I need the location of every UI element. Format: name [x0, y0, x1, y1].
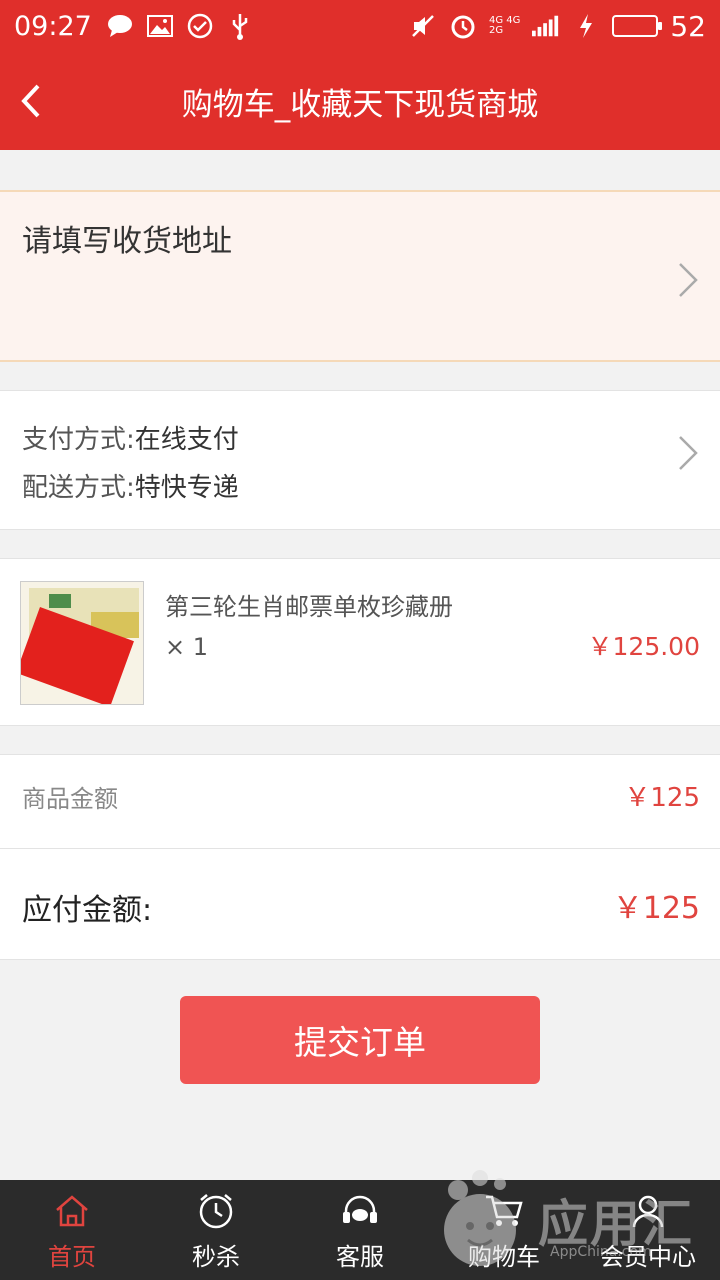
amount-section: 商品金额 ￥125 应付金额: ￥125 — [0, 754, 720, 960]
goods-amount-row: 商品金额 ￥125 — [0, 755, 720, 849]
goods-amount-value: ￥125 — [624, 783, 700, 813]
tab-home-label: 首页 — [48, 1242, 96, 1271]
product-thumbnail — [20, 581, 144, 705]
product-item[interactable]: 第三轮生肖邮票单枚珍藏册 × 1 ￥125.00 — [0, 558, 720, 726]
tab-member-center-label: 会员中心 — [600, 1242, 696, 1271]
message-icon — [106, 12, 134, 40]
payment-method-label: 支付方式: — [22, 425, 135, 455]
goods-amount-label: 商品金额 — [22, 785, 118, 813]
user-icon — [626, 1189, 670, 1233]
tab-customer-service-label: 客服 — [336, 1242, 384, 1271]
alarm-clock-icon — [194, 1189, 238, 1233]
tab-home[interactable]: 首页 — [0, 1180, 144, 1280]
chevron-right-icon — [679, 436, 698, 470]
tab-member-center[interactable]: 会员中心 — [576, 1180, 720, 1280]
payment-shipping-section[interactable]: 支付方式:在线支付 配送方式:特快专递 — [0, 390, 720, 530]
headset-icon — [338, 1189, 382, 1233]
payable-amount-value: ￥125 — [612, 891, 700, 926]
nav-bar: 购物车_收藏天下现货商城 — [0, 52, 720, 150]
address-label: 请填写收货地址 — [22, 224, 232, 259]
net-bottom-label: 2G — [488, 25, 504, 36]
alarm-icon — [449, 12, 477, 40]
bottom-tab-bar: 首页 秒杀 客服 购物车 会员中心 — [0, 1180, 720, 1280]
tab-flash-sale[interactable]: 秒杀 — [144, 1180, 288, 1280]
charging-icon — [572, 12, 600, 40]
status-bar: 09:27 4G 4G 2G 52 — [0, 0, 720, 52]
payable-amount-label: 应付金额: — [22, 893, 153, 928]
product-name: 第三轮生肖邮票单枚珍藏册 × 1 — [165, 593, 453, 661]
submit-order-button[interactable]: 提交订单 — [180, 996, 540, 1084]
shipping-method-label: 配送方式: — [22, 473, 135, 503]
page-title: 购物车_收藏天下现货商城 — [181, 86, 539, 123]
image-icon — [146, 12, 174, 40]
usb-icon — [226, 12, 254, 40]
chevron-right-icon — [679, 263, 698, 297]
signal-icon — [532, 12, 560, 40]
home-icon — [50, 1189, 94, 1233]
tab-cart-label: 购物车 — [468, 1242, 540, 1271]
status-time: 09:27 — [14, 10, 92, 42]
battery-icon — [612, 15, 663, 37]
tab-cart[interactable]: 购物车 — [432, 1180, 576, 1280]
check-circle-icon — [186, 12, 214, 40]
payment-method-row: 支付方式:在线支付 — [22, 419, 239, 456]
back-button[interactable] — [10, 74, 50, 128]
payment-method-value: 在线支付 — [134, 425, 239, 455]
battery-level: 52 — [670, 9, 706, 43]
cart-icon — [482, 1189, 526, 1233]
address-section[interactable]: 请填写收货地址 — [0, 190, 720, 362]
mute-icon — [409, 12, 437, 40]
product-price: ￥125.00 — [587, 632, 700, 661]
shipping-method-row: 配送方式:特快专递 — [22, 467, 239, 504]
network-indicator: 4G 4G 2G — [489, 16, 520, 36]
back-arrow-icon — [21, 84, 40, 118]
tab-customer-service[interactable]: 客服 — [288, 1180, 432, 1280]
tab-flash-sale-label: 秒杀 — [192, 1242, 240, 1271]
shipping-method-value: 特快专递 — [134, 473, 239, 503]
